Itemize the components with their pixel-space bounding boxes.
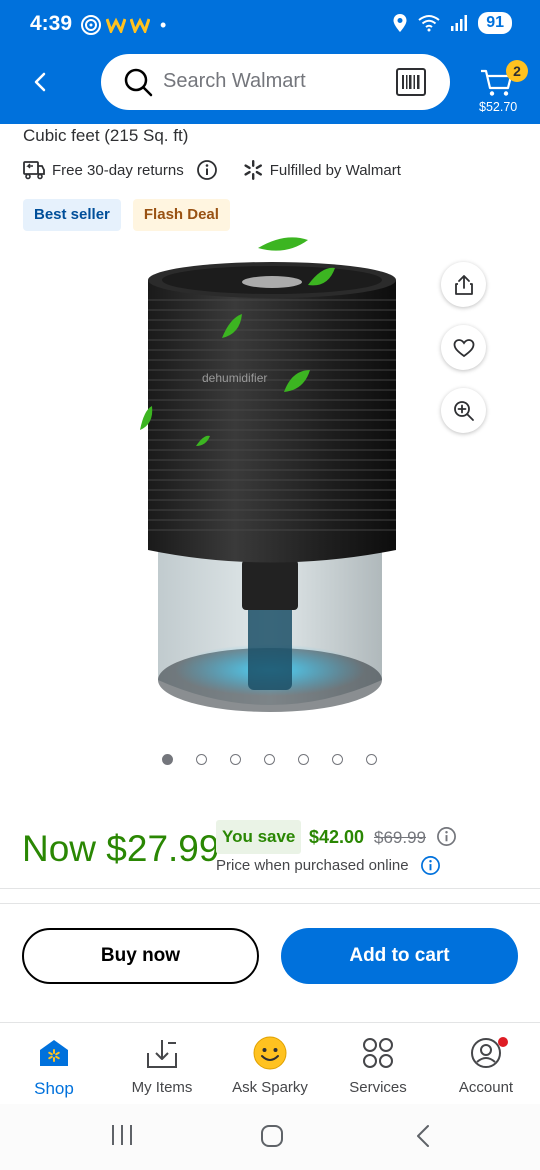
chevron-left-icon <box>34 72 46 92</box>
my-items-icon <box>145 1035 179 1071</box>
wifi-icon <box>418 15 440 32</box>
nav-shop[interactable]: Shop <box>0 1023 108 1104</box>
share-icon <box>454 274 473 295</box>
nav-my-items[interactable]: My Items <box>108 1023 216 1104</box>
recent-apps-button[interactable] <box>110 1124 134 1151</box>
services-icon <box>362 1035 394 1071</box>
nav-label: My Items <box>131 1079 193 1096</box>
system-navigation-bar <box>0 1104 540 1170</box>
account-icon <box>470 1035 508 1071</box>
info-icon[interactable] <box>436 826 457 847</box>
walmart-w-icon <box>106 17 126 33</box>
nav-services[interactable]: Services <box>324 1023 432 1104</box>
shop-icon <box>38 1035 70 1071</box>
home-button[interactable] <box>260 1124 284 1153</box>
system-icons: 91 <box>392 12 512 34</box>
favorite-button[interactable] <box>441 325 486 370</box>
returns-text: Free 30-day returns <box>52 161 184 179</box>
info-icon[interactable] <box>196 159 218 181</box>
system-back-button[interactable] <box>414 1124 432 1153</box>
carousel-dot[interactable] <box>332 754 343 765</box>
product-image[interactable]: dehumidifier <box>110 230 430 740</box>
search-icon <box>124 68 153 97</box>
back-button[interactable] <box>22 64 58 100</box>
image-actions <box>441 262 486 433</box>
walmart-w-icon <box>130 17 150 33</box>
divider <box>0 888 540 889</box>
app-header: 2 $52.70 <box>0 50 540 124</box>
carousel-dot[interactable] <box>264 754 275 765</box>
product-badges: Best seller Flash Deal <box>23 199 230 231</box>
current-price: Now $27.99 <box>22 828 220 869</box>
flash-deal-badge: Flash Deal <box>132 199 230 231</box>
share-button[interactable] <box>441 262 486 307</box>
carousel-dot[interactable] <box>196 754 207 765</box>
status-time: 4:39 <box>30 12 73 35</box>
sparky-icon <box>252 1035 288 1071</box>
walmart-spark-icon <box>244 160 262 180</box>
location-icon <box>393 14 407 32</box>
image-carousel-dots <box>162 754 377 765</box>
home-icon <box>261 1125 283 1147</box>
fulfilled-text: Fulfilled by Walmart <box>269 161 401 179</box>
cart-count-badge: 2 <box>506 60 528 82</box>
buy-now-button[interactable]: Buy now <box>22 928 259 984</box>
was-price: $69.99 <box>374 828 426 847</box>
status-bar: 4:39 • 91 <box>0 0 540 50</box>
nav-account[interactable]: Account <box>432 1023 540 1104</box>
nav-label: Ask Sparky <box>232 1079 308 1096</box>
nav-label: Shop <box>34 1079 74 1098</box>
status-dot: • <box>160 14 167 35</box>
battery-indicator: 91 <box>478 12 512 34</box>
nav-label: Services <box>349 1079 407 1096</box>
info-icon[interactable] <box>420 855 441 876</box>
best-seller-badge: Best seller <box>23 199 121 231</box>
zoom-button[interactable] <box>441 388 486 433</box>
barcode-scanner-icon[interactable] <box>396 68 426 96</box>
fulfillment-info: Free 30-day returns Fulfilled by Walmart <box>23 159 401 181</box>
nav-label: Account <box>458 1079 514 1096</box>
back-arrow-icon <box>417 1125 429 1147</box>
you-save-label: You save <box>216 820 302 854</box>
save-amount: $42.00 <box>309 827 365 847</box>
notification-dot <box>498 1037 508 1047</box>
heart-icon <box>453 338 474 357</box>
carousel-dot[interactable] <box>298 754 309 765</box>
price-note: Price when purchased online <box>216 857 409 874</box>
carousel-dot[interactable] <box>162 754 173 765</box>
carousel-dot[interactable] <box>230 754 241 765</box>
fingerprint-icon <box>81 15 101 35</box>
device-brand-text: dehumidifier <box>202 371 267 385</box>
divider <box>0 903 540 904</box>
search-input[interactable] <box>163 66 383 96</box>
search-bar[interactable] <box>101 54 450 110</box>
carousel-dot[interactable] <box>366 754 377 765</box>
add-to-cart-button[interactable]: Add to cart <box>281 928 518 984</box>
notification-icons: • <box>80 14 166 36</box>
cart-button[interactable]: 2 $52.70 <box>476 58 528 118</box>
nav-ask-sparky[interactable]: Ask Sparky <box>216 1023 324 1104</box>
bottom-navigation: Shop My Items Ask Sparky Services Accoun… <box>0 1022 540 1104</box>
product-title-fragment: Cubic feet (215 Sq. ft) <box>23 126 189 145</box>
signal-icon <box>451 15 468 31</box>
zoom-in-icon <box>453 400 474 421</box>
cart-total: $52.70 <box>479 100 518 114</box>
recent-apps-icon <box>112 1125 132 1145</box>
returns-truck-icon <box>23 161 45 180</box>
